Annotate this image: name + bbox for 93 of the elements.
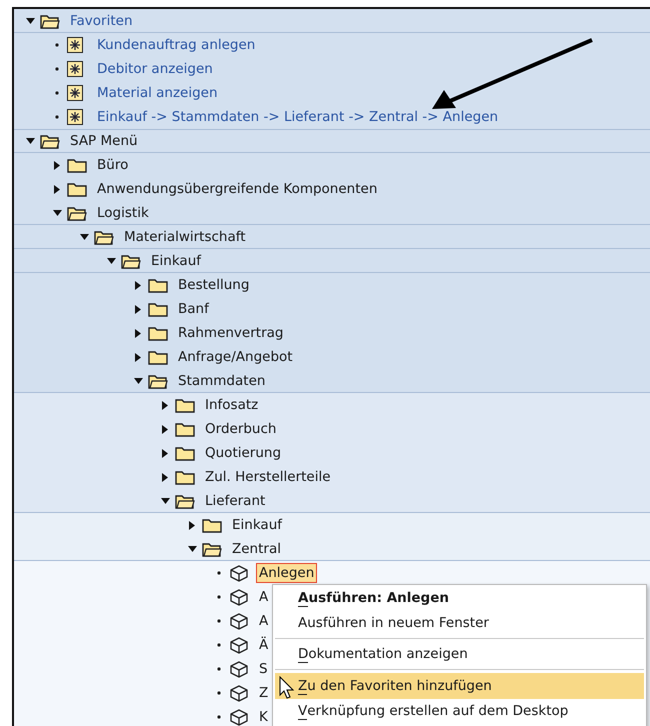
expand-triangle-icon[interactable] (135, 328, 141, 338)
star-icon (67, 37, 83, 53)
folder-label[interactable]: Favoriten (67, 10, 136, 30)
expand-triangle-icon[interactable] (189, 520, 195, 530)
open-folder-icon (148, 372, 168, 388)
cube-icon (229, 660, 249, 678)
menu-item[interactable]: Zu den Favoriten hinzufügen (275, 673, 644, 699)
expand-triangle-icon[interactable] (135, 304, 141, 314)
collapse-triangle-icon[interactable] (160, 498, 170, 504)
cube-icon (229, 588, 249, 606)
bullet-icon (217, 643, 221, 647)
folder-icon (175, 469, 195, 485)
expand-triangle-icon[interactable] (162, 448, 168, 458)
collapse-triangle-icon[interactable] (188, 546, 196, 552)
cube-icon (229, 708, 249, 726)
cube-icon (229, 684, 249, 702)
open-folder-icon (202, 540, 222, 556)
folder-label[interactable]: Quotierung (202, 443, 284, 463)
open-folder-icon (40, 133, 60, 149)
expand-triangle-icon[interactable] (135, 352, 141, 362)
menu-item[interactable]: Ausführen: Anlegen (273, 585, 646, 611)
folder-icon (175, 445, 195, 461)
folder-label[interactable]: Stammdaten (175, 370, 268, 390)
menu-entry[interactable]: Anlegen (256, 563, 318, 583)
expand-triangle-icon[interactable] (162, 424, 168, 434)
bullet-icon (217, 619, 221, 623)
expand-triangle-icon[interactable] (54, 184, 60, 194)
open-folder-icon (121, 252, 141, 268)
cursor-icon (279, 676, 295, 700)
star-icon (67, 61, 83, 77)
folder-label[interactable]: Infosatz (202, 395, 262, 415)
menu-item[interactable]: Dokumentation anzeigen (273, 642, 646, 666)
open-folder-icon (40, 12, 60, 28)
folder-label[interactable]: Orderbuch (202, 419, 280, 439)
folder-label[interactable]: Bestellung (175, 275, 252, 295)
folder-icon (148, 349, 168, 365)
folder-label[interactable]: Rahmenvertrag (175, 323, 286, 343)
folder-icon (202, 517, 222, 533)
folder-label[interactable]: SAP Menü (67, 131, 141, 151)
folder-label[interactable]: Banf (175, 299, 212, 319)
folder-icon (67, 181, 87, 197)
collapse-triangle-icon[interactable] (134, 378, 142, 384)
cube-icon (229, 636, 249, 654)
cube-icon (229, 612, 249, 630)
collapse-triangle-icon[interactable] (26, 138, 34, 144)
folder-icon (148, 301, 168, 317)
folder-label[interactable]: Logistik (94, 202, 152, 222)
menu-entry[interactable]: K (256, 707, 271, 726)
folder-label[interactable]: Materialwirtschaft (121, 226, 249, 246)
collapse-triangle-icon[interactable] (106, 258, 116, 264)
menu-item[interactable]: Ausführen in neuem Fenster (273, 611, 646, 635)
folder-icon (148, 325, 168, 341)
menu-item[interactable]: Verknüpfung erstellen auf dem Desktop (273, 699, 646, 723)
bullet-icon (55, 91, 59, 95)
collapse-triangle-icon[interactable] (26, 18, 34, 24)
expand-triangle-icon[interactable] (162, 400, 168, 410)
folder-label[interactable]: Einkauf (229, 515, 285, 535)
bullet-icon (217, 691, 221, 695)
folder-icon (148, 277, 168, 293)
star-icon (67, 85, 83, 101)
collapse-triangle-icon[interactable] (52, 210, 62, 216)
bullet-icon (55, 67, 59, 71)
folder-label[interactable]: Büro (94, 155, 132, 175)
folder-icon (175, 397, 195, 413)
menu-entry[interactable]: A (256, 611, 272, 631)
menu-entry[interactable]: Z (256, 683, 272, 703)
bullet-icon (55, 43, 59, 47)
menu-entry[interactable]: S (256, 659, 271, 679)
folder-label[interactable]: Zentral (229, 538, 284, 558)
collapse-triangle-icon[interactable] (80, 234, 88, 240)
menu-entry[interactable]: Ä (256, 635, 272, 655)
expand-triangle-icon[interactable] (162, 472, 168, 482)
menu-entry[interactable]: Material anzeigen (94, 83, 221, 103)
expand-triangle-icon[interactable] (54, 160, 60, 170)
folder-label[interactable]: Einkauf (148, 250, 204, 270)
folder-label[interactable]: Lieferant (202, 490, 268, 510)
bullet-icon (55, 115, 59, 119)
cube-icon (229, 564, 249, 582)
bullet-icon (217, 571, 221, 575)
open-folder-icon (67, 204, 87, 220)
bullet-icon (217, 595, 221, 599)
bullet-icon (217, 667, 221, 671)
bullet-icon (217, 715, 221, 719)
star-icon (67, 109, 83, 125)
folder-icon (175, 421, 195, 437)
folder-label[interactable]: Zul. Herstellerteile (202, 467, 334, 487)
folder-icon (67, 157, 87, 173)
menu-entry[interactable]: A (256, 587, 272, 607)
open-folder-icon (175, 492, 195, 508)
open-folder-icon (94, 228, 114, 244)
menu-entry[interactable]: Debitor anzeigen (94, 59, 216, 79)
folder-label[interactable]: Anfrage/Angebot (175, 347, 296, 367)
expand-triangle-icon[interactable] (135, 280, 141, 290)
